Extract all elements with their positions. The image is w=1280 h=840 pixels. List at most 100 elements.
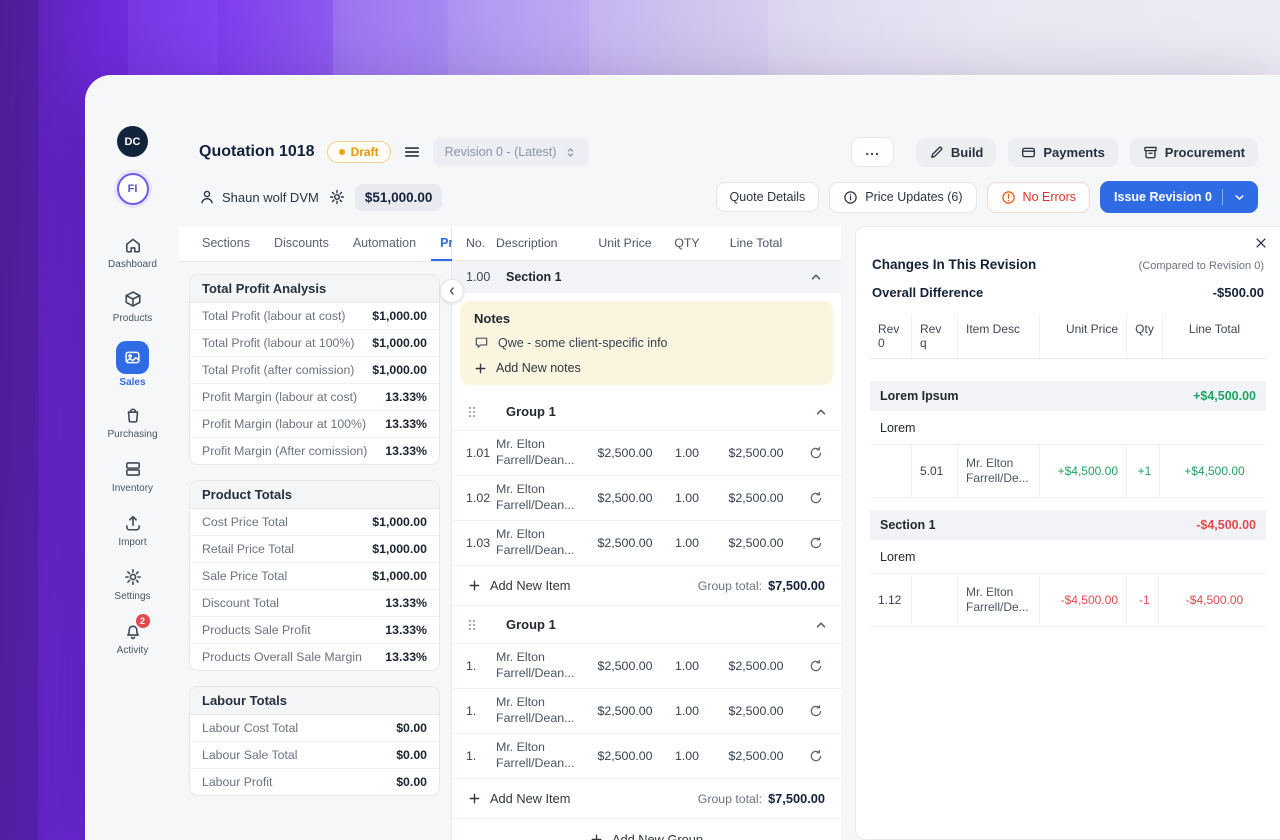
stat-row: Total Profit (labour at 100%) $1,000.00 <box>190 330 439 357</box>
shopping-bag-icon <box>124 404 142 426</box>
table-row[interactable]: 1.02 Mr. Elton Farrell/Dean... $2,500.00 … <box>452 476 841 521</box>
sidebar-item-activity[interactable]: 2 Activity <box>91 613 175 663</box>
change-section-name: Section 1 <box>880 518 936 532</box>
chevron-up-icon[interactable] <box>814 618 828 632</box>
sidebar-item-sales[interactable]: Sales <box>91 335 175 393</box>
stat-row: Profit Margin (labour at 100%) 13.33% <box>190 411 439 438</box>
payments-button[interactable]: Payments <box>1008 137 1118 167</box>
stat-label: Retail Price Total <box>202 542 295 556</box>
build-button[interactable]: Build <box>915 137 997 167</box>
refresh-icon[interactable] <box>799 446 833 460</box>
refresh-icon[interactable] <box>799 749 833 763</box>
card-total-profit-analysis: Total Profit Analysis Total Profit (labo… <box>189 274 440 465</box>
drag-handle-icon[interactable] <box>465 405 479 419</box>
changes-panel: Changes In This Revision (Compared to Re… <box>855 226 1280 840</box>
sales-icon <box>116 340 149 374</box>
add-note-button[interactable]: Add New notes <box>474 361 581 375</box>
change-data-row[interactable]: 5.01 Mr. Elton Farrell/De... +$4,500.00 +… <box>870 445 1266 498</box>
stat-label: Profit Margin (labour at cost) <box>202 390 358 404</box>
refresh-icon[interactable] <box>799 659 833 673</box>
sidebar-item-inventory[interactable]: Inventory <box>91 451 175 501</box>
add-new-group-button[interactable]: Add New Group <box>590 832 703 840</box>
more-actions-button[interactable]: ... <box>851 137 894 167</box>
price-updates-label: Price Updates (6) <box>865 190 963 204</box>
table-row[interactable]: 1.03 Mr. Elton Farrell/Dean... $2,500.00 … <box>452 521 841 566</box>
chevron-left-icon <box>449 287 454 295</box>
sidebar-item-settings[interactable]: Settings <box>91 559 175 609</box>
stat-label: Sale Price Total <box>202 569 288 583</box>
sidebar-item-import[interactable]: Import <box>91 505 175 555</box>
activity-badge: 2 <box>135 614 150 628</box>
stat-row: Total Profit (labour at cost) $1,000.00 <box>190 303 439 330</box>
changes-table: Rev 0 Rev q Item Desc Unit Price Qty Lin… <box>870 314 1266 627</box>
stat-row: Sale Price Total $1,000.00 <box>190 563 439 590</box>
change-rev1 <box>912 574 958 626</box>
sidebar-item-dashboard[interactable]: Dashboard <box>91 227 175 277</box>
bell-icon: 2 <box>124 614 150 642</box>
selector-arrows-icon <box>568 147 574 157</box>
issue-revision-button[interactable]: Issue Revision 0 <box>1100 181 1258 213</box>
refresh-icon[interactable] <box>799 704 833 718</box>
quote-details-button[interactable]: Quote Details <box>715 182 820 212</box>
item-qty: 1.00 <box>674 536 700 550</box>
item-unit-price: $2,500.00 <box>597 536 653 550</box>
refresh-icon[interactable] <box>799 536 833 550</box>
item-qty: 1.00 <box>674 446 700 460</box>
col-header-unit-price: Unit Price <box>1040 314 1127 358</box>
table-row[interactable]: 1.01 Mr. Elton Farrell/Dean... $2,500.00 … <box>452 431 841 476</box>
change-section-row[interactable]: Lorem Ipsum +$4,500.00 <box>870 381 1266 411</box>
stat-label: Profit Margin (After comission) <box>202 444 368 458</box>
stat-row: Labour Sale Total $0.00 <box>190 742 439 769</box>
change-section-row[interactable]: Section 1 -$4,500.00 <box>870 510 1266 540</box>
errors-button[interactable]: No Errors <box>986 181 1091 213</box>
item-number: 1.03 <box>466 536 491 550</box>
customer-selector[interactable]: Shaun wolf DVM <box>199 189 319 205</box>
stat-row: Profit Margin (After comission) 13.33% <box>190 438 439 464</box>
panel-collapse-button[interactable] <box>440 279 464 303</box>
table-row[interactable]: 1. Mr. Elton Farrell/Dean... $2,500.00 1.… <box>452 734 841 779</box>
page-title: Quotation 1018 <box>199 143 315 160</box>
change-data-row[interactable]: 1.12 Mr. Elton Farrell/De... -$4,500.00 -… <box>870 574 1266 627</box>
hamburger-menu-icon[interactable] <box>403 143 421 161</box>
section-row[interactable]: 1.00 Section 1 <box>452 261 841 293</box>
stat-row: Profit Margin (labour at cost) 13.33% <box>190 384 439 411</box>
close-icon[interactable] <box>1254 236 1268 250</box>
quote-settings-gear-icon[interactable] <box>329 189 345 205</box>
user-avatar[interactable]: DC <box>117 126 148 157</box>
chevron-up-icon[interactable] <box>814 405 828 419</box>
procurement-label: Procurement <box>1164 144 1245 160</box>
item-line-total: $2,500.00 <box>728 704 784 718</box>
sidebar-item-label: Purchasing <box>107 429 158 440</box>
item-unit-price: $2,500.00 <box>597 491 653 505</box>
card-title: Labour Totals <box>190 687 439 715</box>
refresh-icon[interactable] <box>799 491 833 505</box>
sidebar-item-purchasing[interactable]: Purchasing <box>91 397 175 447</box>
stat-value: 13.33% <box>385 390 427 404</box>
add-new-item-button[interactable]: Add New Item <box>468 791 570 806</box>
sidebar-item-products[interactable]: Products <box>91 281 175 331</box>
add-new-item-button[interactable]: Add New Item <box>468 578 570 593</box>
table-row[interactable]: 1. Mr. Elton Farrell/Dean... $2,500.00 1.… <box>452 644 841 689</box>
tab-discounts[interactable]: Discounts <box>265 226 338 261</box>
tab-automation[interactable]: Automation <box>344 226 425 261</box>
person-icon <box>201 190 213 204</box>
group-header[interactable]: Group 1 <box>452 393 841 431</box>
item-line-total: $2,500.00 <box>728 491 784 505</box>
stat-label: Total Profit (labour at 100%) <box>202 336 355 350</box>
issue-revision-label: Issue Revision 0 <box>1114 190 1212 204</box>
procurement-button[interactable]: Procurement <box>1129 137 1258 167</box>
revision-selector[interactable]: Revision 0 - (Latest) <box>432 138 590 166</box>
org-avatar[interactable]: FI <box>116 173 149 205</box>
stat-label: Products Overall Sale Margin <box>202 650 362 664</box>
drag-handle-icon[interactable] <box>465 618 479 632</box>
price-updates-button[interactable]: Price Updates (6) <box>829 181 977 213</box>
tab-sections[interactable]: Sections <box>193 226 259 261</box>
note-item[interactable]: Qwe - some client-specific info <box>474 335 819 350</box>
item-line-total: $2,500.00 <box>728 446 784 460</box>
tab-bar: Sections Discounts Automation Profit <box>179 226 482 262</box>
archive-box-icon <box>1144 146 1157 158</box>
table-row[interactable]: 1. Mr. Elton Farrell/Dean... $2,500.00 1.… <box>452 689 841 734</box>
button-divider <box>1222 189 1223 205</box>
chevron-up-icon[interactable] <box>799 270 833 284</box>
group-header[interactable]: Group 1 <box>452 606 841 644</box>
